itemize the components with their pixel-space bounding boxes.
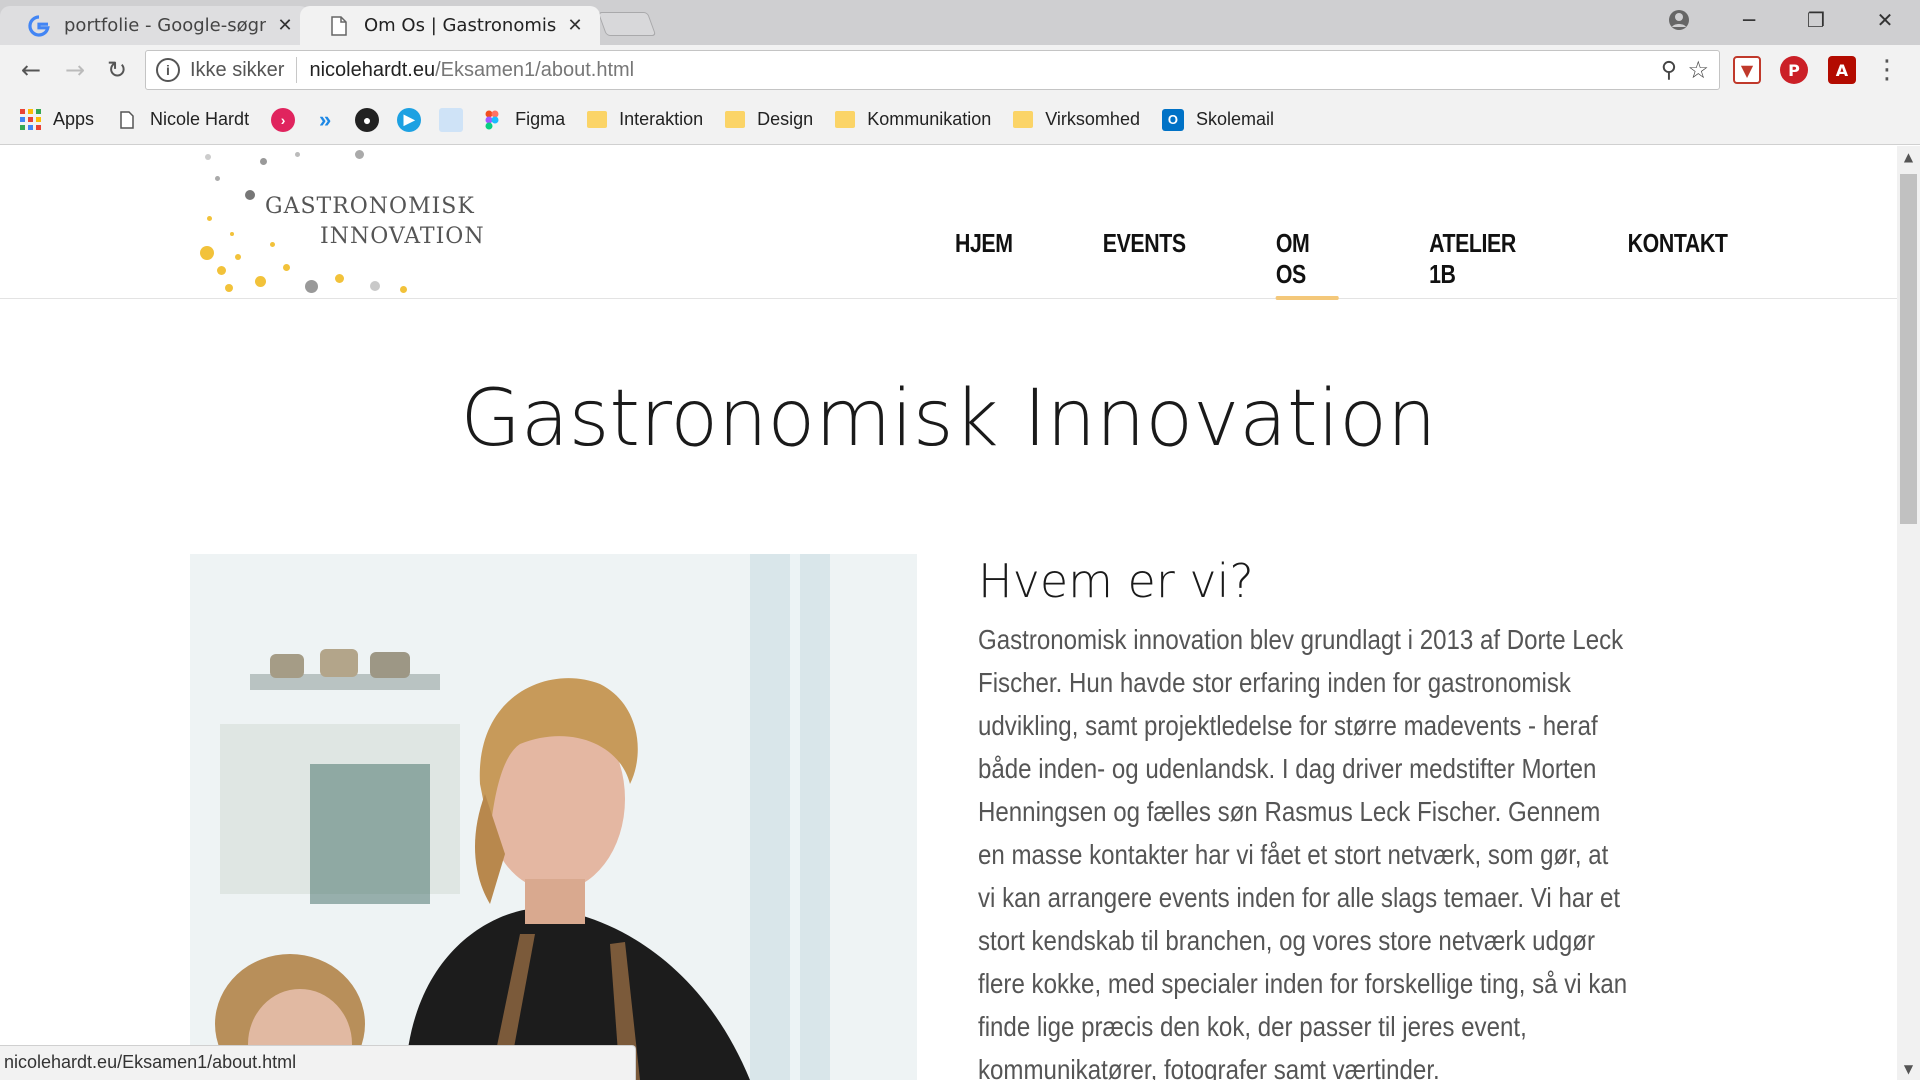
bookmark-figma[interactable]: Figma (481, 109, 565, 131)
folder-icon (587, 111, 608, 128)
play-icon[interactable]: ▶ (397, 107, 422, 132)
site-logo[interactable]: GASTRONOMISK INNOVATION (195, 146, 485, 296)
tab-google-search[interactable]: portfolie - Google-søgnin ✕ (0, 6, 310, 45)
folder-icon (725, 111, 746, 128)
folder-icon (1013, 111, 1034, 128)
outlook-icon: O (1161, 108, 1184, 131)
section-paragraph: Gastronomisk innovation blev grundlagt i… (978, 624, 1628, 1080)
close-window-icon[interactable]: ✕ (1856, 0, 1914, 40)
url-domain: nicolehardt.eu (309, 58, 436, 81)
bookmark-label: Nicole Hardt (150, 109, 250, 129)
bookmark-label: Kommunikation (867, 109, 992, 129)
logo-text-line1: GASTRONOMISK (265, 194, 475, 219)
logo-text-line2: INNOVATION (320, 224, 485, 249)
bookmark-skolemail[interactable]: O Skolemail (1161, 108, 1274, 131)
minimize-icon[interactable]: ─ (1720, 0, 1778, 40)
figma-icon (481, 109, 503, 131)
site-header: GASTRONOMISK INNOVATION HJEM EVENTS OM O… (0, 146, 1897, 300)
page-icon (328, 15, 350, 37)
nav-hjem[interactable]: HJEM (955, 228, 1013, 298)
google-icon (28, 14, 50, 37)
team-photo (190, 554, 917, 1080)
bookmark-nicole-hardt[interactable]: Nicole Hardt (116, 109, 249, 131)
tab-title: Om Os | Gastronomisk Inno (364, 15, 556, 36)
bookmark-folder-interaktion[interactable]: Interaktion (587, 109, 703, 130)
page-scrollbar[interactable]: ▲ ▼ (1897, 146, 1920, 1080)
scrollbar-thumb[interactable] (1900, 174, 1917, 524)
tab-strip: portfolie - Google-søgnin ✕ Om Os | Gast… (0, 0, 1920, 45)
apps-icon (20, 109, 41, 130)
close-icon[interactable]: ✕ (564, 15, 586, 36)
bookmark-label: Design (757, 109, 814, 129)
browser-toolbar: ← → ↻ i Ikke sikker nicolehardt.eu /Eksa… (0, 45, 1920, 95)
bookmark-label: Skolemail (1195, 109, 1274, 129)
close-icon[interactable]: ✕ (274, 15, 296, 36)
url-path: /Eksamen1/about.html (435, 58, 635, 81)
page-icon (116, 109, 138, 131)
zoom-icon[interactable]: ⚲ (1661, 57, 1677, 83)
pinterest-extension-icon[interactable]: P (1780, 56, 1808, 84)
address-bar[interactable]: i Ikke sikker nicolehardt.eu /Eksamen1/a… (145, 50, 1720, 90)
bookmark-label: Figma (515, 109, 566, 129)
section-title: Hvem er vi? (978, 554, 1254, 608)
tab-title: portfolie - Google-søgnin (64, 15, 266, 36)
bookmark-folder-kommunikation[interactable]: Kommunikation (835, 109, 991, 130)
scroll-down-icon[interactable]: ▼ (1897, 1062, 1920, 1076)
reload-icon[interactable]: ↻ (100, 53, 134, 87)
new-tab-button[interactable] (597, 12, 657, 36)
status-url-bubble: nicolehardt.eu/Eksamen1/about.html (0, 1045, 636, 1080)
page-title: Gastronomisk Innovation (460, 374, 1437, 464)
menu-icon[interactable]: ⋮ (1870, 53, 1904, 87)
nav-atelier-1b[interactable]: ATELIER 1B (1429, 228, 1537, 298)
nav-om-os[interactable]: OM OS (1275, 228, 1339, 300)
divider (296, 57, 298, 83)
main-navigation: HJEM EVENTS OM OS ATELIER 1B KONTAKT (955, 228, 1728, 300)
pocket-extension-icon[interactable]: ▼ (1733, 56, 1761, 84)
bookmark-folder-virksomhed[interactable]: Virksomhed (1013, 109, 1140, 130)
info-icon[interactable]: i (156, 58, 180, 82)
nav-kontakt[interactable]: KONTAKT (1628, 228, 1728, 298)
bookmark-label: Apps (53, 109, 95, 129)
image-bookmark-icon[interactable] (439, 107, 464, 132)
acrobat-extension-icon[interactable]: A (1828, 56, 1856, 84)
tab-om-os[interactable]: Om Os | Gastronomisk Inno ✕ (300, 6, 600, 45)
bookmark-apps[interactable]: Apps (20, 109, 94, 130)
web-page: GASTRONOMISK INNOVATION HJEM EVENTS OM O… (0, 146, 1897, 1080)
forward-icon[interactable]: → (58, 53, 92, 87)
bookmark-folder-design[interactable]: Design (725, 109, 813, 130)
kahoot-icon[interactable]: ● (355, 107, 380, 132)
security-label[interactable]: Ikke sikker (190, 59, 284, 82)
double-chevron-icon[interactable]: » (313, 107, 337, 132)
bookmark-label: Virksomhed (1045, 109, 1140, 129)
nav-events[interactable]: EVENTS (1103, 228, 1186, 298)
restore-icon[interactable]: ❐ (1787, 0, 1845, 40)
profile-icon[interactable] (1650, 0, 1708, 40)
back-icon[interactable]: ← (14, 53, 48, 87)
bookmark-star-icon[interactable]: ☆ (1687, 56, 1709, 85)
bookmark-label: Interaktion (619, 109, 704, 129)
arrow-app-icon[interactable]: › (271, 107, 296, 132)
bookmarks-bar: Apps Nicole Hardt › » ● ▶ Figma Interakt… (0, 95, 1920, 145)
scroll-up-icon[interactable]: ▲ (1897, 150, 1920, 164)
folder-icon (835, 111, 856, 128)
